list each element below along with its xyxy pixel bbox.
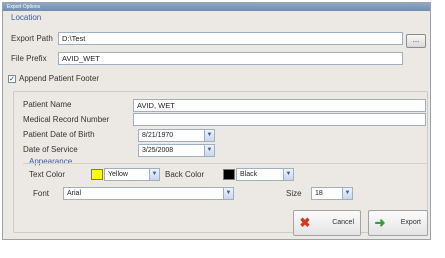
append-footer-label[interactable]: Append Patient Footer xyxy=(19,74,99,83)
export-window: Export Options Location Export Path D:\T… xyxy=(0,0,445,258)
patient-name-label: Patient Name xyxy=(23,100,72,109)
size-select[interactable]: 18 ▼ xyxy=(311,187,353,200)
font-value: Arial xyxy=(67,190,82,197)
size-label: Size xyxy=(286,189,302,198)
file-prefix-label: File Prefix xyxy=(11,54,47,63)
dos-dropdown-icon[interactable]: ▼ xyxy=(204,145,214,156)
size-dropdown-icon[interactable]: ▼ xyxy=(342,188,352,199)
text-color-label: Text Color xyxy=(29,170,66,179)
export-button[interactable]: ➜ Export xyxy=(368,210,428,236)
cancel-button-label: Cancel xyxy=(332,219,354,226)
dob-picker[interactable]: 8/21/1970 ▼ xyxy=(138,129,215,142)
text-color-swatch xyxy=(91,169,103,180)
cancel-button[interactable]: ✖ Cancel xyxy=(293,210,361,236)
back-color-dropdown-icon[interactable]: ▼ xyxy=(283,169,293,180)
font-label: Font xyxy=(33,189,50,198)
export-path-label: Export Path xyxy=(11,34,53,43)
dos-value: 3/25/2008 xyxy=(142,147,174,154)
export-icon: ➜ xyxy=(374,215,386,230)
dos-picker[interactable]: 3/25/2008 ▼ xyxy=(138,144,215,157)
file-prefix-input[interactable]: AVID_WET xyxy=(58,52,403,65)
back-color-swatch xyxy=(223,169,235,180)
text-color-select[interactable]: Yellow ▼ xyxy=(104,168,160,181)
dob-value: 8/21/1970 xyxy=(142,132,174,139)
font-select[interactable]: Arial ▼ xyxy=(63,187,234,200)
font-dropdown-icon[interactable]: ▼ xyxy=(223,188,233,199)
export-dialog: Export Options Location Export Path D:\T… xyxy=(2,2,431,240)
mrn-input[interactable] xyxy=(133,113,426,126)
cancel-icon: ✖ xyxy=(299,215,311,230)
text-color-value: Yellow xyxy=(108,171,128,178)
export-path-input[interactable]: D:\Test xyxy=(58,32,403,45)
title-bar: Export Options xyxy=(3,3,430,11)
append-footer-checkbox[interactable]: ✓ xyxy=(8,75,16,83)
back-color-value: Black xyxy=(240,171,258,178)
back-color-select[interactable]: Black ▼ xyxy=(236,168,294,181)
location-group-title: Location xyxy=(11,13,42,22)
text-color-dropdown-icon[interactable]: ▼ xyxy=(149,169,159,180)
window-title: Export Options xyxy=(7,4,41,10)
dos-label: Date of Service xyxy=(23,145,78,154)
mrn-label: Medical Record Number xyxy=(23,115,110,124)
export-button-label: Export xyxy=(400,219,421,226)
patient-name-input[interactable]: AVID, WET xyxy=(133,99,426,112)
dob-dropdown-icon[interactable]: ▼ xyxy=(204,130,214,141)
back-color-label: Back Color xyxy=(165,170,205,179)
browse-button[interactable]: ... xyxy=(406,34,426,48)
size-value: 18 xyxy=(315,190,323,197)
dob-label: Patient Date of Birth xyxy=(23,130,95,139)
